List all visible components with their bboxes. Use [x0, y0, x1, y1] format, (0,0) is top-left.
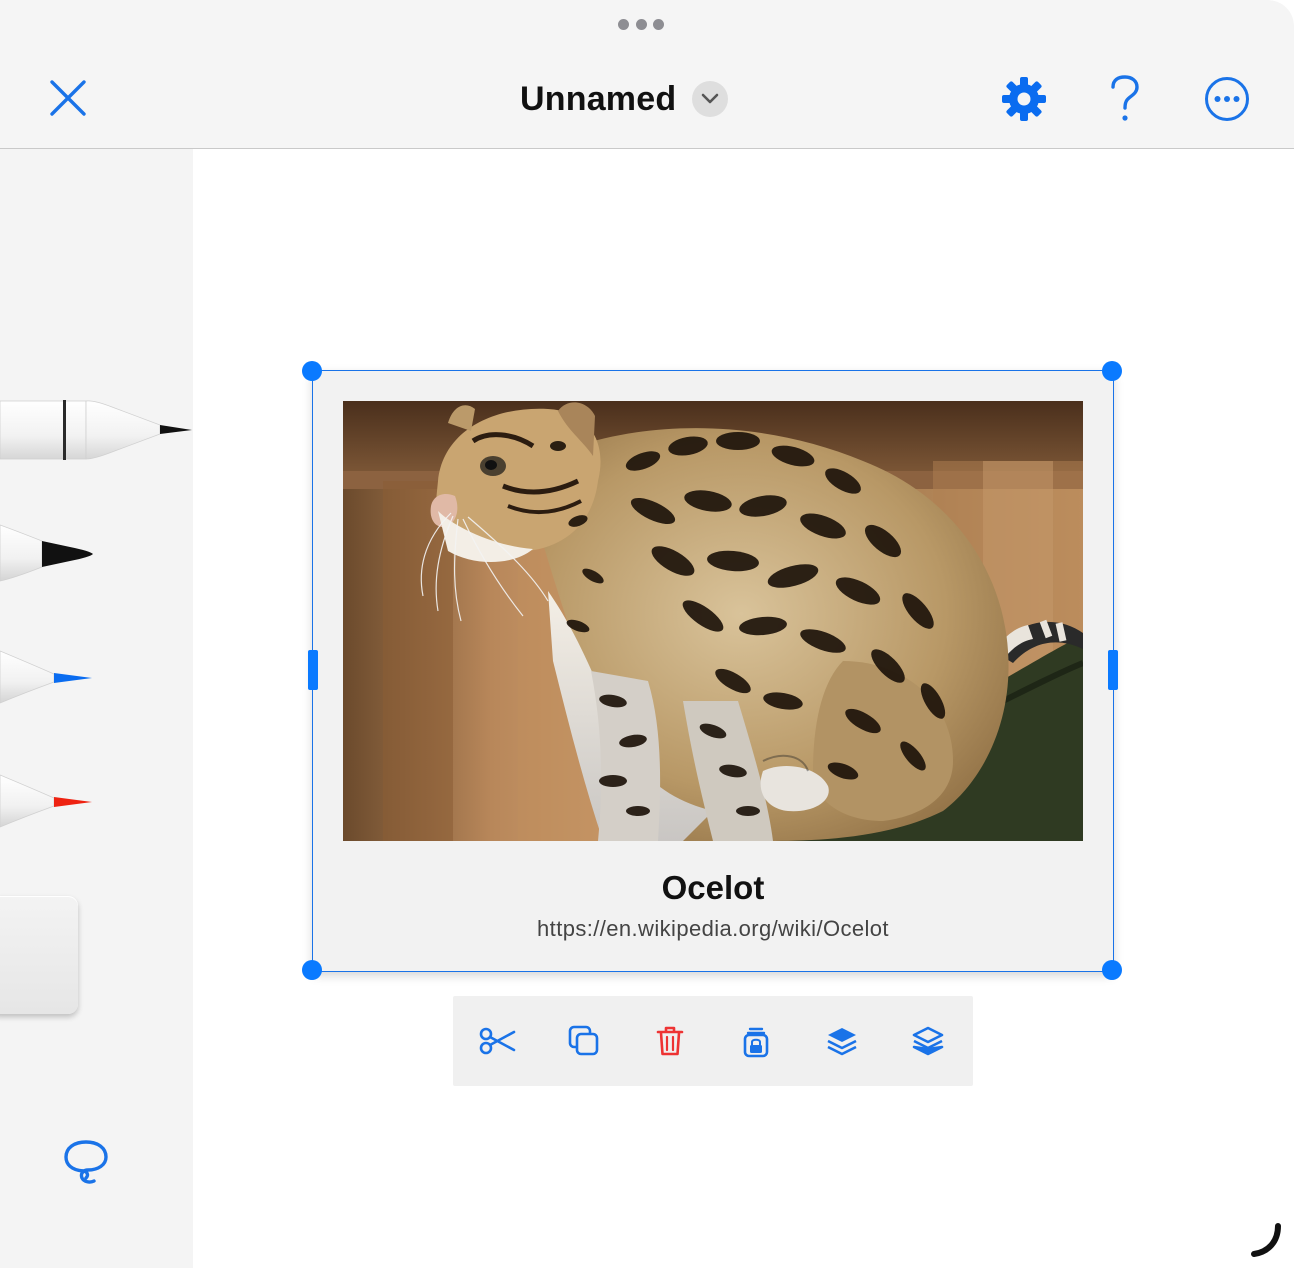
tool-palette	[0, 149, 193, 1268]
resize-handle-bottom-left[interactable]	[302, 960, 322, 980]
marker-black-tool[interactable]	[0, 523, 193, 598]
window-resize-grip-icon[interactable]	[1248, 1222, 1284, 1258]
lasso-tool[interactable]	[56, 1132, 116, 1192]
delete-button[interactable]	[647, 1018, 693, 1064]
help-button[interactable]	[1098, 72, 1152, 126]
selection-toolbar	[453, 996, 973, 1086]
layers-up-icon	[827, 1028, 857, 1056]
close-icon	[50, 80, 86, 116]
marker-black-icon	[0, 524, 93, 582]
scissors-icon	[479, 1027, 516, 1055]
gear-icon	[1002, 77, 1046, 121]
resize-handle-top-right[interactable]	[1102, 361, 1122, 381]
trash-icon	[656, 1026, 684, 1056]
question-mark-icon	[1111, 75, 1139, 121]
card-url[interactable]: https://en.wikipedia.org/wiki/Ocelot	[313, 916, 1113, 942]
layers-down-icon	[912, 1026, 944, 1056]
chevron-down-icon	[702, 93, 719, 104]
resize-handle-right[interactable]	[1108, 650, 1118, 690]
pen-red-tool[interactable]	[0, 771, 193, 846]
resize-handle-top-left[interactable]	[302, 361, 322, 381]
copy-icon	[568, 1025, 599, 1056]
bring-forward-button[interactable]	[819, 1018, 865, 1064]
cut-button[interactable]	[475, 1018, 521, 1064]
fineliner-tool[interactable]	[0, 397, 193, 472]
lasso-icon	[64, 1140, 108, 1184]
eraser-tool[interactable]	[0, 896, 78, 1014]
card-title: Ocelot	[661, 869, 765, 906]
pen-red-icon	[0, 774, 92, 828]
ocelot-image	[343, 401, 1083, 841]
duplicate-button[interactable]	[561, 1018, 607, 1064]
grabber-dot	[653, 18, 664, 30]
grabber-dot	[618, 18, 629, 30]
document-title: Unnamed	[520, 79, 677, 118]
window-grabber-icon[interactable]	[618, 18, 664, 30]
more-button[interactable]	[1200, 72, 1254, 126]
lock-icon	[743, 1027, 769, 1058]
ellipsis-circle-icon	[1205, 77, 1249, 121]
link-card[interactable]: Ocelot https://en.wikipedia.org/wiki/Oce…	[313, 371, 1113, 971]
ocelot-photo	[343, 401, 1083, 841]
title-menu-button[interactable]	[692, 81, 729, 117]
app-window: Unnamed Ocelot https://en.wikipedia.org/…	[0, 0, 1294, 1268]
top-bar: Unnamed	[0, 0, 1294, 149]
fineliner-pen-icon	[0, 400, 192, 460]
pen-blue-tool[interactable]	[0, 647, 193, 722]
document-title-area[interactable]: Unnamed	[520, 72, 729, 126]
settings-button[interactable]	[997, 72, 1051, 126]
resize-handle-bottom-right[interactable]	[1102, 960, 1122, 980]
send-backward-button[interactable]	[905, 1018, 951, 1064]
close-button[interactable]	[44, 74, 92, 122]
resize-handle-left[interactable]	[308, 650, 318, 690]
grabber-dot	[635, 18, 647, 30]
lock-button[interactable]	[733, 1018, 779, 1064]
pen-blue-icon	[0, 650, 92, 704]
